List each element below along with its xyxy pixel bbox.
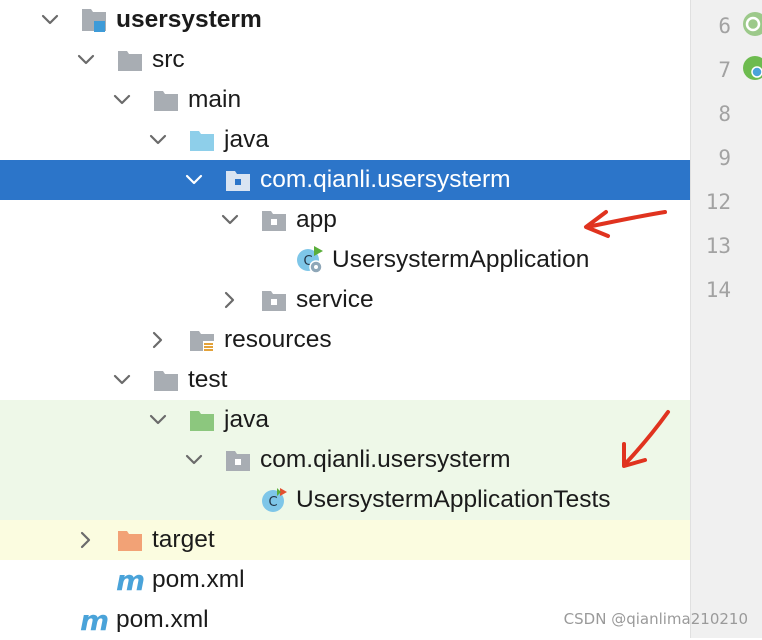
red-arrow-app-icon bbox=[584, 210, 667, 238]
annotation-layer bbox=[584, 210, 670, 468]
watermark: CSDN @qianlima210210 bbox=[563, 610, 748, 628]
red-arrow-test-icon bbox=[622, 410, 670, 468]
